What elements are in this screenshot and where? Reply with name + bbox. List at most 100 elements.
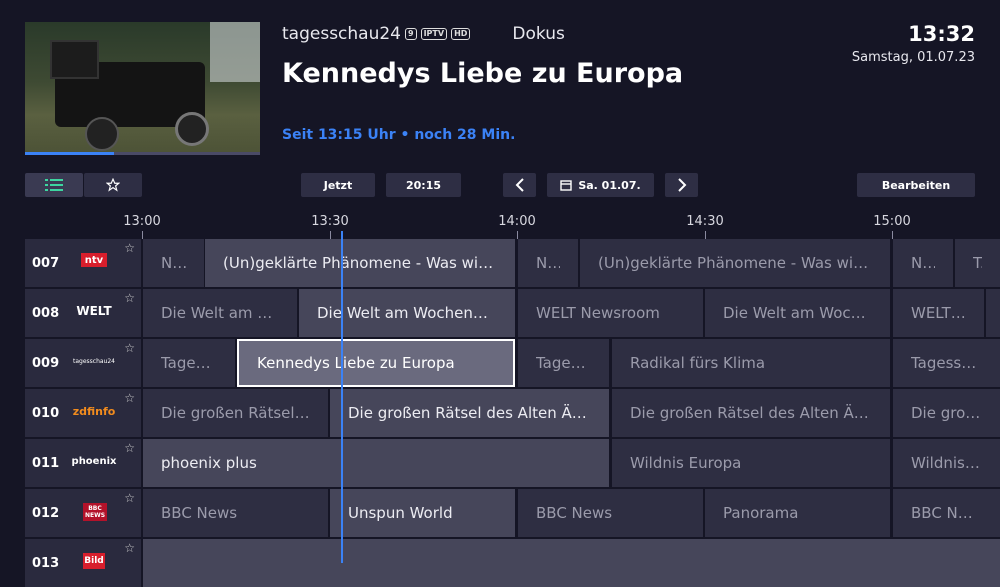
list-view-button[interactable]	[25, 173, 83, 197]
timeline-tick-label: 14:30	[686, 214, 724, 229]
timeline-tick	[892, 231, 893, 239]
program-cell[interactable]: Die großen Rätsel d...	[143, 389, 328, 437]
program-cell[interactable]: Die Welt am Wochenende	[299, 289, 515, 337]
timeline-tick	[705, 231, 706, 239]
progress-fill	[25, 152, 115, 155]
current-date: Samstag, 01.07.23	[851, 50, 975, 65]
epg-row: 007 ntv ☆ N... (Un)geklärte Phänomene - …	[0, 239, 1000, 287]
program-cell[interactable]: Radikal fürs Klima	[612, 339, 890, 387]
program-cell[interactable]: BBC News	[518, 489, 703, 537]
channel-cell[interactable]: 008 WELT ☆	[25, 289, 141, 337]
star-icon[interactable]: ☆	[124, 491, 135, 505]
channel-info: tagesschau24 9 IPTV HD Dokus	[282, 24, 565, 44]
star-icon[interactable]: ☆	[124, 391, 135, 405]
channel-cell[interactable]: 007 ntv ☆	[25, 239, 141, 287]
program-cell[interactable]	[986, 289, 1000, 337]
chevron-left-icon	[515, 178, 524, 192]
program-cell[interactable]: Tages...	[143, 339, 235, 387]
program-cell[interactable]: BBC News	[893, 489, 1000, 537]
favorites-button[interactable]	[84, 173, 142, 197]
program-cell[interactable]: Die großen Rätsel des Alten Ägyp...	[330, 389, 609, 437]
channel-name: tagesschau24	[282, 24, 401, 44]
now-button[interactable]: Jetzt	[301, 173, 375, 197]
star-icon[interactable]: ☆	[124, 441, 135, 455]
clock: 13:32	[908, 22, 975, 46]
program-cell[interactable]: WELT Newsroom	[518, 289, 703, 337]
preview-thumbnail[interactable]	[25, 22, 260, 155]
program-cell[interactable]: Tagesschau-Ü	[893, 339, 1000, 387]
channel-number: 013	[32, 556, 60, 571]
channel-logo: WELT	[76, 304, 112, 318]
timeline-tick-label: 15:00	[873, 214, 911, 229]
channel-logo: tagesschau24	[73, 357, 115, 365]
program-cell[interactable]: WELT ...	[893, 289, 984, 337]
epg-row: 008 WELT ☆ Die Welt am Mi... Die Welt am…	[0, 289, 1000, 337]
primetime-button[interactable]: 20:15	[386, 173, 461, 197]
epg-grid: 007 ntv ☆ N... (Un)geklärte Phänomene - …	[0, 239, 1000, 587]
next-day-button[interactable]	[665, 173, 698, 197]
timeline-tick	[517, 231, 518, 239]
epg-row: 013 Bild ☆	[0, 539, 1000, 587]
previous-day-button[interactable]	[503, 173, 536, 197]
program-cell[interactable]: BBC News	[143, 489, 328, 537]
channel-logo: Bild	[83, 553, 105, 569]
timeline-tick-label: 13:00	[123, 214, 161, 229]
timeline-tick	[330, 231, 331, 239]
channel-cell[interactable]: 012 BBC NEWS ☆	[25, 489, 141, 537]
star-icon[interactable]: ☆	[124, 341, 135, 355]
program-cell[interactable]: (Un)geklärte Phänomene - Was wirkli...	[205, 239, 515, 287]
channel-cell[interactable]: 009 tagesschau24 ☆	[25, 339, 141, 387]
program-cell[interactable]: Unspun World	[330, 489, 515, 537]
genre-label: Dokus	[512, 24, 565, 44]
epg-row: 009 tagesschau24 ☆ Tages... Kennedys Lie…	[0, 339, 1000, 387]
program-cell[interactable]: Die Welt am Woche...	[705, 289, 890, 337]
channel-cell[interactable]: 011 phoenix ☆	[25, 439, 141, 487]
preview-image-background	[210, 22, 260, 82]
date-picker-label: Sa. 01.07.	[578, 178, 641, 192]
program-time-info: Seit 13:15 Uhr • noch 28 Min.	[282, 127, 516, 143]
date-picker-button[interactable]: Sa. 01.07.	[547, 173, 654, 197]
star-icon	[106, 178, 120, 192]
program-cell[interactable]	[143, 539, 1000, 587]
epg-row: 010 zdfinfo ☆ Die großen Rätsel d... Die…	[0, 389, 1000, 437]
preview-image-lens	[175, 112, 209, 146]
channel-number: 007	[32, 256, 60, 271]
program-cell-selected[interactable]: Kennedys Liebe zu Europa	[237, 339, 515, 387]
edit-button[interactable]: Bearbeiten	[857, 173, 975, 197]
epg-row: 012 BBC NEWS ☆ BBC News Unspun World BBC…	[0, 489, 1000, 537]
program-cell[interactable]: Wildnis Europa	[612, 439, 890, 487]
program-cell[interactable]: Panorama	[705, 489, 890, 537]
program-cell[interactable]: Tages...	[518, 339, 609, 387]
channel-number: 010	[32, 406, 60, 421]
program-cell[interactable]: Die großen R	[893, 389, 1000, 437]
calendar-icon	[560, 180, 573, 191]
program-title: Kennedys Liebe zu Europa	[282, 58, 684, 89]
channel-number: 009	[32, 356, 60, 371]
program-cell[interactable]: N...	[143, 239, 204, 287]
star-icon[interactable]: ☆	[124, 541, 135, 555]
program-cell[interactable]: Die Welt am Mi...	[143, 289, 297, 337]
channel-cell[interactable]: 010 zdfinfo ☆	[25, 389, 141, 437]
channel-number-badge: 9	[405, 28, 417, 40]
iptv-badge: IPTV	[420, 28, 448, 40]
program-cell[interactable]: phoenix plus	[143, 439, 609, 487]
star-icon[interactable]: ☆	[124, 291, 135, 305]
hd-badge: HD	[451, 28, 471, 40]
channel-cell[interactable]: 013 Bild ☆	[25, 539, 141, 587]
channel-logo: phoenix	[71, 455, 117, 467]
current-time-indicator	[341, 231, 343, 563]
preview-image-knob	[85, 117, 119, 151]
program-cell[interactable]: Die großen Rätsel des Alten Ägyp...	[612, 389, 890, 437]
chevron-right-icon	[677, 178, 686, 192]
program-cell[interactable]: (Un)geklärte Phänomene - Was wirkli...	[580, 239, 890, 287]
channel-logo: ntv	[81, 253, 107, 267]
program-cell[interactable]: N...	[518, 239, 578, 287]
program-cell[interactable]: Wildnis Euro	[893, 439, 1000, 487]
preview-image-monitor	[50, 40, 99, 79]
channel-number: 012	[32, 506, 60, 521]
epg-row: 011 phoenix ☆ phoenix plus Wildnis Europ…	[0, 439, 1000, 487]
star-icon[interactable]: ☆	[124, 241, 135, 255]
program-cell[interactable]: N...	[893, 239, 953, 287]
program-cell[interactable]: Tuta	[955, 239, 1000, 287]
channel-number: 011	[32, 456, 60, 471]
